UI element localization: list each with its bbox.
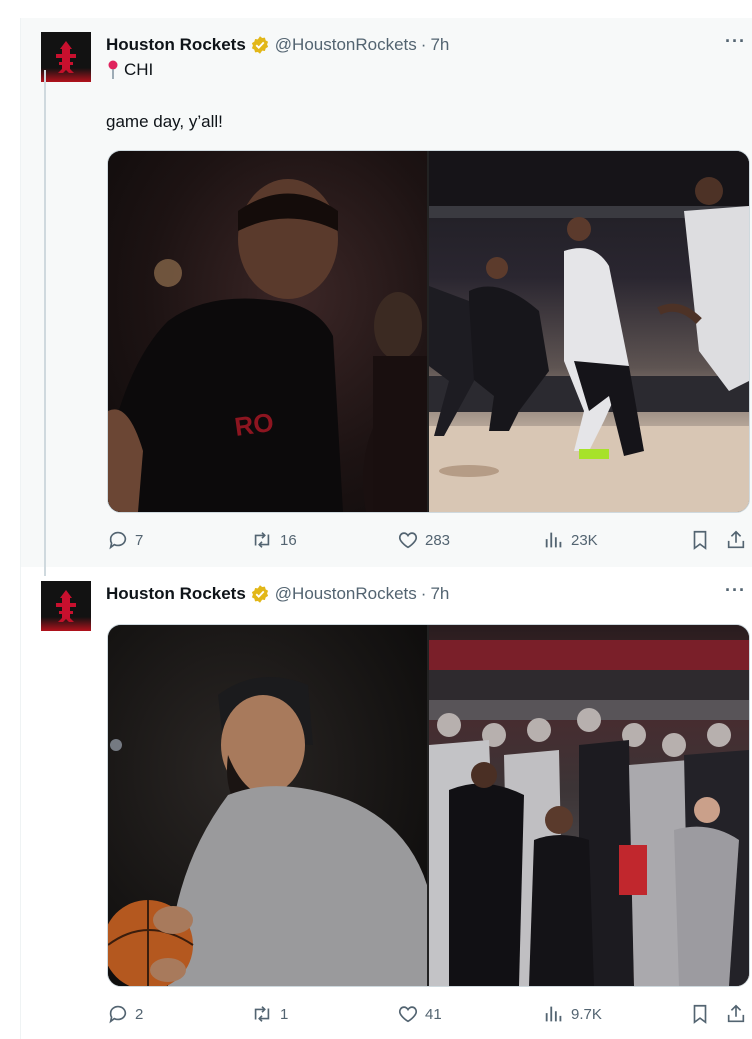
separator: · — [420, 35, 427, 54]
verified-badge-icon[interactable] — [250, 584, 270, 604]
like-button[interactable]: 283 — [397, 528, 450, 552]
top-strip — [20, 0, 752, 18]
pin-icon — [106, 60, 120, 80]
like-button[interactable]: 41 — [397, 1002, 442, 1026]
reply-button[interactable]: 7 — [107, 528, 143, 552]
location-line: CHI — [106, 60, 153, 80]
like-icon — [398, 1006, 418, 1023]
timeline: Houston Rockets @HoustonRockets · 7h ···… — [0, 0, 752, 1039]
bookmark-icon — [693, 530, 707, 550]
views-button[interactable]: 9.7K — [543, 1002, 602, 1026]
retweet-icon — [254, 532, 270, 548]
svg-text:RO: RO — [233, 407, 276, 442]
handle[interactable]: @HoustonRockets — [275, 35, 417, 55]
separator: · — [420, 584, 427, 603]
reply-icon — [109, 531, 127, 550]
tweet-header: Houston Rockets @HoustonRockets · 7h ··· — [106, 31, 752, 57]
avatar[interactable] — [41, 581, 91, 631]
thread-line — [44, 70, 46, 576]
bookmark-icon — [693, 1004, 707, 1024]
like-count: 41 — [425, 1005, 442, 1023]
views-icon — [545, 1006, 562, 1022]
share-button[interactable] — [725, 1002, 752, 1026]
reply-icon — [109, 1005, 127, 1024]
share-icon — [727, 530, 745, 549]
retweet-button[interactable]: 1 — [250, 1002, 288, 1026]
retweet-icon — [254, 1006, 270, 1022]
view-count: 23K — [571, 531, 598, 549]
photo[interactable]: RO — [108, 151, 427, 512]
display-name[interactable]: Houston Rockets — [106, 35, 246, 55]
reply-button[interactable]: 2 — [107, 1002, 143, 1026]
tweet[interactable]: Houston Rockets @HoustonRockets · 7h ··· — [21, 567, 752, 1039]
display-name[interactable]: Houston Rockets — [106, 584, 246, 604]
share-button[interactable] — [725, 528, 752, 552]
tweet-actions: 2 1 41 9.7K — [107, 1002, 752, 1026]
location-text: CHI — [124, 60, 154, 79]
tweet-text: game day, y’all! — [106, 112, 223, 131]
avatar-shade — [41, 68, 91, 82]
timestamp[interactable]: 7h — [430, 35, 449, 55]
like-count: 283 — [425, 531, 451, 549]
views-button[interactable]: 23K — [543, 528, 598, 552]
retweet-button[interactable]: 16 — [250, 528, 297, 552]
handle[interactable]: @HoustonRockets — [275, 584, 417, 604]
retweet-count: 16 — [280, 531, 297, 549]
media-grid[interactable] — [107, 624, 750, 987]
tweet[interactable]: Houston Rockets @HoustonRockets · 7h ···… — [21, 18, 752, 567]
more-icon[interactable]: ··· — [725, 31, 746, 52]
left-gutter — [0, 0, 21, 1039]
photo[interactable] — [429, 151, 749, 512]
photo[interactable] — [108, 625, 427, 986]
share-icon — [727, 1004, 745, 1023]
tweet-actions: 7 16 283 23K — [107, 528, 752, 552]
retweet-count: 1 — [280, 1005, 289, 1023]
reply-count: 2 — [135, 1005, 144, 1023]
verified-badge-icon[interactable] — [250, 35, 270, 55]
bookmark-button[interactable] — [689, 528, 717, 552]
avatar-shade — [41, 617, 91, 631]
views-icon — [545, 532, 562, 548]
view-count: 9.7K — [571, 1005, 602, 1023]
media-grid[interactable]: RO — [107, 150, 750, 513]
more-icon[interactable]: ··· — [725, 580, 746, 601]
bookmark-button[interactable] — [689, 1002, 717, 1026]
tweet-header: Houston Rockets @HoustonRockets · 7h ··· — [106, 580, 752, 606]
like-icon — [398, 532, 418, 549]
avatar[interactable] — [41, 32, 91, 82]
photo[interactable] — [429, 625, 749, 986]
reply-count: 7 — [135, 531, 144, 549]
timestamp[interactable]: 7h — [430, 584, 449, 604]
